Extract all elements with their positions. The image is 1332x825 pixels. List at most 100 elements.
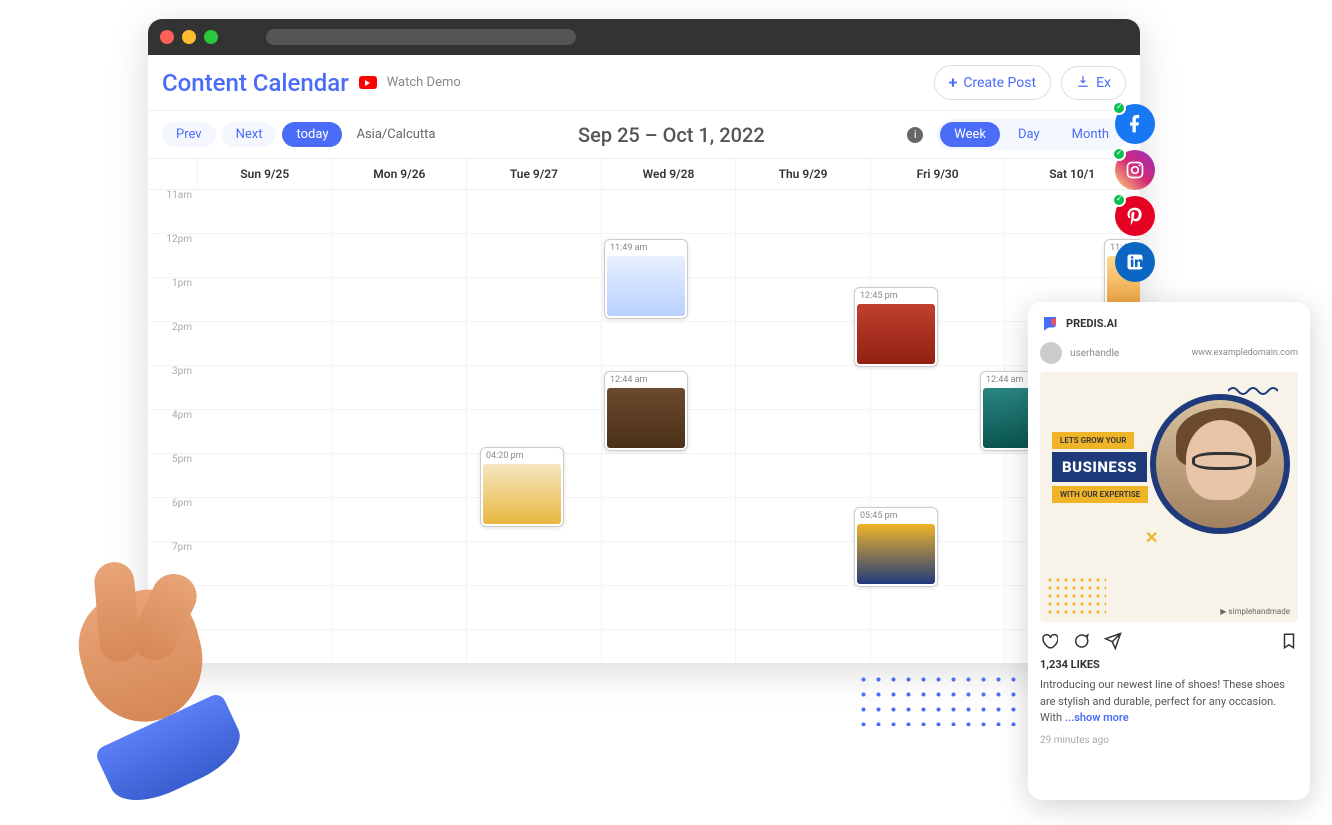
instagram-channel[interactable] (1115, 150, 1155, 190)
event-thumbnail (857, 304, 935, 364)
username[interactable]: userhandle (1070, 348, 1119, 359)
calendar-cell[interactable] (333, 586, 468, 630)
calendar-cell[interactable] (871, 586, 1006, 630)
send-icon[interactable] (1104, 632, 1122, 650)
calendar-cell[interactable] (602, 542, 737, 586)
show-more-link[interactable]: ...show more (1065, 711, 1129, 724)
calendar-cell[interactable] (333, 410, 468, 454)
calendar-cell[interactable] (467, 234, 602, 278)
app-window: Content Calendar Watch Demo + Create Pos… (148, 19, 1140, 663)
heart-icon[interactable] (1040, 632, 1058, 650)
calendar-cell[interactable] (602, 630, 737, 663)
post-caption: Introducing our newest line of shoes! Th… (1040, 677, 1298, 727)
calendar-cell[interactable] (333, 630, 468, 663)
calendar-event[interactable]: 11:49 am (604, 239, 688, 319)
calendar-cell[interactable] (333, 498, 468, 542)
calendar-cell[interactable] (333, 278, 468, 322)
calendar-cell[interactable] (198, 366, 333, 410)
event-time: 12:44 am (607, 374, 685, 386)
calendar-cell[interactable] (736, 410, 871, 454)
calendar-cell[interactable] (736, 278, 871, 322)
next-button[interactable]: Next (222, 122, 277, 147)
facebook-channel[interactable] (1115, 104, 1155, 144)
create-post-button[interactable]: + Create Post (934, 65, 1052, 100)
calendar-cell[interactable] (736, 322, 871, 366)
brand-logo-icon (1040, 314, 1060, 332)
calendar-cell[interactable] (736, 542, 871, 586)
export-label: Ex (1096, 75, 1111, 91)
calendar-cell[interactable] (198, 278, 333, 322)
calendar-cell[interactable] (198, 410, 333, 454)
calendar-cell[interactable] (198, 454, 333, 498)
url-bar[interactable] (266, 29, 576, 45)
info-icon[interactable]: i (907, 127, 923, 143)
calendar-cell[interactable] (736, 630, 871, 663)
calendar-cell[interactable] (602, 454, 737, 498)
post-image[interactable]: LETS GROW YOUR BUSINESS WITH OUR EXPERTI… (1040, 372, 1298, 622)
calendar-cell[interactable] (467, 586, 602, 630)
watch-demo-link[interactable]: Watch Demo (387, 75, 461, 90)
timezone-label: Asia/Calcutta (356, 127, 435, 142)
calendar-cell[interactable] (736, 234, 871, 278)
hour-label: 6pm (148, 498, 198, 542)
calendar-cell[interactable] (467, 278, 602, 322)
calendar-cell[interactable] (198, 190, 333, 234)
calendar-cell[interactable] (333, 190, 468, 234)
calendar-event[interactable]: 05:45 pm (854, 507, 938, 587)
post-preview-card: PREDIS.AI userhandle www.exampledomain.c… (1028, 302, 1310, 800)
view-day[interactable]: Day (1004, 122, 1054, 147)
calendar-cell[interactable] (467, 542, 602, 586)
event-thumbnail (607, 388, 685, 448)
calendar-cell[interactable] (333, 542, 468, 586)
create-post-label: Create Post (963, 75, 1036, 91)
calendar-cell[interactable] (467, 190, 602, 234)
calendar-cell[interactable] (871, 630, 1006, 663)
calendar-cell[interactable] (602, 586, 737, 630)
close-window-button[interactable] (160, 30, 174, 44)
calendar-cell[interactable] (871, 234, 1006, 278)
today-button[interactable]: today (282, 122, 342, 147)
preview-domain: www.exampledomain.com (1192, 348, 1298, 358)
event-time: 05:45 pm (857, 510, 935, 522)
calendar-cell[interactable] (736, 190, 871, 234)
calendar-cell[interactable] (333, 322, 468, 366)
youtube-icon[interactable] (359, 76, 377, 89)
calendar-cell[interactable] (602, 498, 737, 542)
calendar-cell[interactable] (736, 454, 871, 498)
calendar-event[interactable]: 04:20 pm (480, 447, 564, 527)
calendar-event[interactable]: 12:44 am (604, 371, 688, 451)
calendar-cell[interactable] (198, 498, 333, 542)
view-month[interactable]: Month (1058, 122, 1123, 147)
bookmark-icon[interactable] (1280, 632, 1298, 650)
day-header: Tue 9/27 (467, 159, 602, 190)
minimize-window-button[interactable] (182, 30, 196, 44)
comment-icon[interactable] (1072, 632, 1090, 650)
prev-button[interactable]: Prev (162, 122, 216, 147)
calendar-cell[interactable] (333, 234, 468, 278)
post-tagline-1: LETS GROW YOUR (1052, 432, 1134, 449)
calendar-cell[interactable] (333, 454, 468, 498)
calendar-cell[interactable] (467, 366, 602, 410)
hour-label: 11am (148, 190, 198, 234)
linkedin-channel[interactable] (1115, 242, 1155, 282)
calendar-cell[interactable] (198, 234, 333, 278)
calendar-cell[interactable] (736, 586, 871, 630)
calendar-cell[interactable] (736, 366, 871, 410)
view-week[interactable]: Week (940, 122, 1000, 147)
calendar-cell[interactable] (333, 366, 468, 410)
pinterest-channel[interactable] (1115, 196, 1155, 236)
calendar-cell[interactable] (602, 190, 737, 234)
avatar[interactable] (1040, 342, 1062, 364)
maximize-window-button[interactable] (204, 30, 218, 44)
calendar-cell[interactable] (736, 498, 871, 542)
calendar-cell[interactable] (198, 322, 333, 366)
export-button[interactable]: Ex (1061, 66, 1126, 100)
calendar-cell[interactable] (871, 454, 1006, 498)
calendar-cell[interactable] (467, 630, 602, 663)
day-header: Sun 9/25 (198, 159, 333, 190)
calendar-cell[interactable] (467, 322, 602, 366)
calendar-event[interactable]: 12:45 pm (854, 287, 938, 367)
calendar-cell[interactable] (602, 322, 737, 366)
calendar-cell[interactable] (871, 190, 1006, 234)
post-tagline-2: BUSINESS (1052, 452, 1147, 482)
